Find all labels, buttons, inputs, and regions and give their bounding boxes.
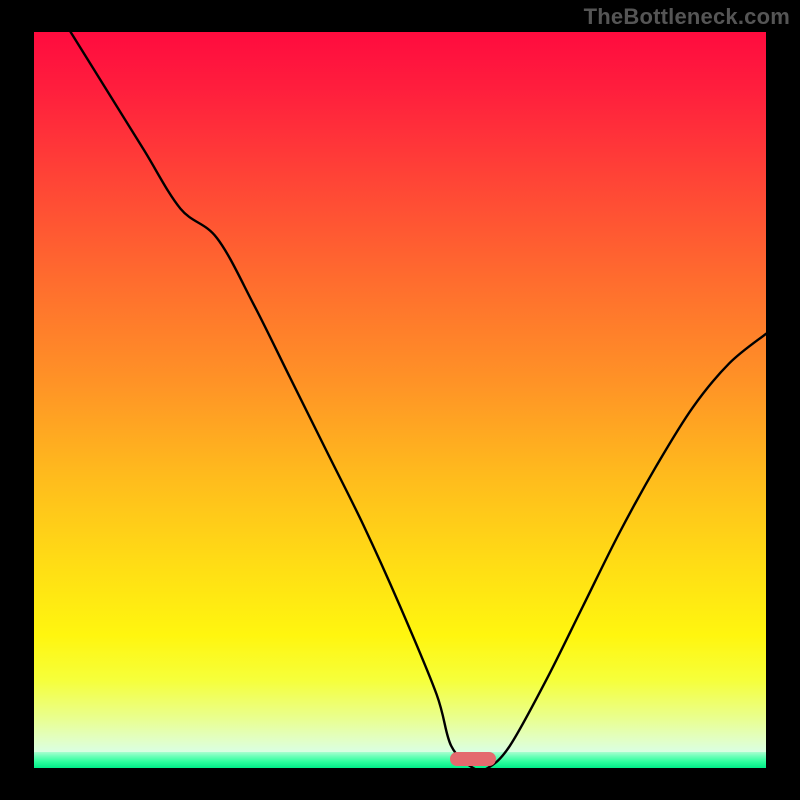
curve-svg — [34, 32, 766, 768]
chart-frame: TheBottleneck.com — [0, 0, 800, 800]
plot-area — [34, 32, 766, 768]
bottleneck-curve — [71, 32, 766, 768]
watermark-text: TheBottleneck.com — [584, 4, 790, 30]
optimal-marker — [450, 752, 496, 766]
